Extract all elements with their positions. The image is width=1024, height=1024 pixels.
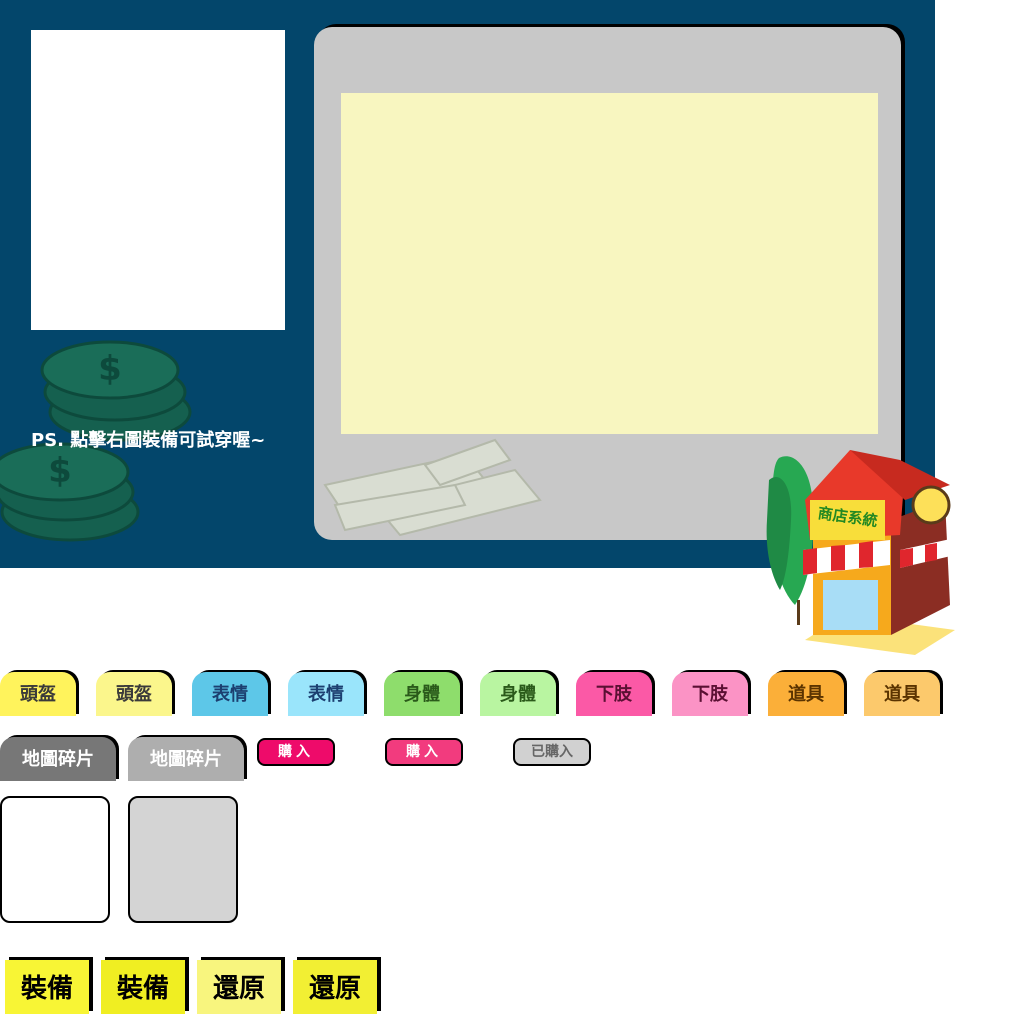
restore-label: 還原 [212,974,265,1004]
tab-lower-limbs[interactable]: 下肢 [576,672,652,716]
restore-label: 還原 [308,974,361,1004]
buy-button-hover[interactable]: 購入 [385,738,463,766]
tab-expression[interactable]: 表情 [192,672,268,716]
tab-label: 身體 [404,684,440,705]
tab-helmet[interactable]: 頭盔 [0,672,76,716]
item-slot[interactable] [0,796,110,923]
buy-button[interactable]: 購入 [257,738,335,766]
tab-props[interactable]: 道具 [768,672,844,716]
equip-button-hover[interactable]: 裝備 [101,960,185,1014]
tab-expression-alt[interactable]: 表情 [288,672,364,716]
equip-label: 裝備 [116,974,169,1004]
item-slot-selected[interactable] [128,796,238,923]
equip-button[interactable]: 裝備 [5,960,89,1014]
svg-text:$: $ [48,451,72,491]
buy-button-label: 購入 [278,744,314,760]
tab-body-alt[interactable]: 身體 [480,672,556,716]
tab-label: 地圖碎片 [150,749,222,770]
restore-button-hover[interactable]: 還原 [293,960,377,1014]
tab-label: 道具 [788,684,824,705]
hint-text: PS. 點擊右圖裝備可試穿喔~ [31,430,266,451]
tab-label: 下肢 [596,684,632,705]
item-display-screen[interactable] [341,93,878,434]
tab-body[interactable]: 身體 [384,672,460,716]
avatar-preview [31,30,285,330]
tab-label: 表情 [212,684,248,705]
buy-button-label: 購入 [406,744,442,760]
tab-label: 身體 [500,684,536,705]
tab-label: 下肢 [692,684,728,705]
restore-button[interactable]: 還原 [197,960,281,1014]
store-icon: 商店系統 [765,440,960,660]
money-stack-icon [323,438,542,537]
purchased-button: 已購入 [513,738,591,766]
tab-label: 地圖碎片 [22,749,94,770]
svg-text:$: $ [98,349,122,389]
tab-helmet-alt[interactable]: 頭盔 [96,672,172,716]
tab-label: 頭盔 [116,684,152,705]
tab-map-fragments[interactable]: 地圖碎片 [0,737,116,781]
tab-label: 道具 [884,684,920,705]
purchased-label: 已購入 [531,744,573,760]
tab-label: 頭盔 [20,684,56,705]
equip-label: 裝備 [20,974,73,1004]
tab-props-alt[interactable]: 道具 [864,672,940,716]
tab-map-fragments-alt[interactable]: 地圖碎片 [128,737,244,781]
tab-lower-limbs-alt[interactable]: 下肢 [672,672,748,716]
tab-label: 表情 [308,684,344,705]
